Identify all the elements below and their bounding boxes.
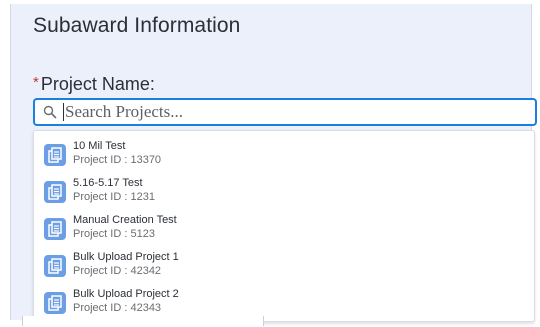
result-name: Bulk Upload Project 1 (73, 251, 179, 263)
search-icon (43, 104, 59, 120)
result-name: 5.16-5.17 Test (73, 177, 143, 189)
result-name: Bulk Upload Project 2 (73, 288, 179, 300)
result-item[interactable]: 10 Mil Test Project ID : 13370 (34, 135, 534, 171)
project-search-input[interactable] (64, 102, 505, 122)
project-icon (44, 181, 66, 203)
result-item[interactable]: 5.16-5.17 Test Project ID : 1231 (34, 172, 534, 208)
project-name-label: * Project Name: (33, 74, 155, 95)
result-name: 10 Mil Test (73, 140, 126, 152)
project-icon (44, 292, 66, 314)
underlying-field[interactable] (22, 316, 264, 326)
project-results-dropdown: 10 Mil Test Project ID : 13370 5.16-5.17… (33, 130, 535, 322)
result-item[interactable]: Bulk Upload Project 2 Project ID : 42343 (34, 283, 534, 319)
result-name: Manual Creation Test (73, 214, 177, 226)
result-item[interactable]: Manual Creation Test Project ID : 5123 (34, 209, 534, 245)
project-name-label-text: Project Name: (40, 74, 155, 94)
project-icon (44, 255, 66, 277)
subaward-panel: Subaward Information * Project Name: Sea… (10, 4, 537, 322)
required-marker: * (33, 74, 39, 91)
section-title: Subaward Information (33, 14, 241, 37)
result-item[interactable]: Bulk Upload Project 1 Project ID : 42342 (34, 246, 534, 282)
project-icon (44, 144, 66, 166)
result-project-id: Project ID : 1231 (73, 191, 155, 203)
result-project-id: Project ID : 42342 (73, 265, 162, 277)
project-icon (44, 218, 66, 240)
result-project-id: Project ID : 5123 (73, 228, 155, 240)
result-project-id: Project ID : 42343 (73, 302, 162, 314)
result-project-id: Project ID : 13370 (73, 154, 162, 166)
project-search-box[interactable] (33, 98, 537, 126)
